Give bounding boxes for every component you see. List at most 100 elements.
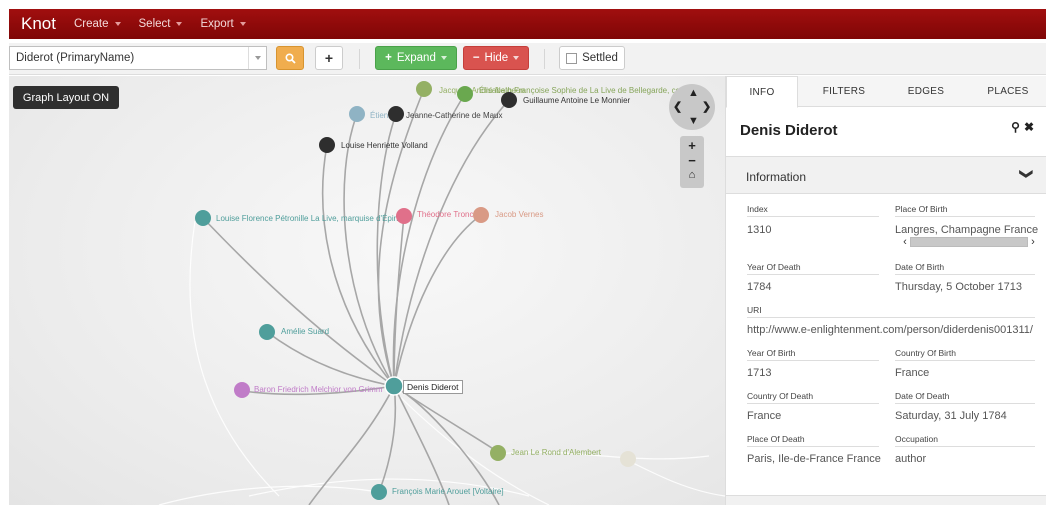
panel-tabs: INFO FILTERS EDGES PLACES: [726, 76, 1046, 108]
app-brand[interactable]: Knot: [21, 14, 56, 34]
zoom-in-icon[interactable]: +: [680, 138, 704, 153]
pan-up-icon[interactable]: ▲: [688, 88, 699, 99]
graph-node[interactable]: [234, 382, 250, 398]
pan-left-icon[interactable]: ❮: [673, 102, 682, 113]
graph-edge: [343, 113, 395, 387]
field-value-year-of-death: 1784: [747, 281, 772, 293]
tab-filters[interactable]: FILTERS: [806, 76, 882, 107]
field-label-year-of-death: Year Of Death: [747, 262, 801, 272]
field-label-date-of-birth: Date Of Birth: [895, 262, 945, 272]
graph-node-label: Louise Florence Pétronille La Live, marq…: [216, 214, 407, 223]
map-marker-icon[interactable]: ⚲: [1011, 120, 1020, 134]
node-search-select[interactable]: Diderot (PrimaryName): [9, 46, 267, 70]
pan-right-icon[interactable]: ❯: [702, 102, 711, 113]
graph-node[interactable]: [195, 210, 211, 226]
menu-select-label: Select: [138, 18, 171, 30]
home-icon[interactable]: ⌂: [680, 169, 704, 181]
minus-icon: −: [472, 52, 480, 64]
toolbar-divider: [359, 49, 360, 69]
top-navbar: Knot Create Select Export: [9, 9, 1046, 39]
focus-node-label[interactable]: Denis Diderot: [403, 380, 463, 394]
toolbar-divider: [544, 49, 545, 69]
graph-canvas[interactable]: Jacques-André Naigeon Élisabeth François…: [9, 76, 725, 505]
field-value-country-of-death: France: [747, 410, 782, 422]
field-value-date-of-death: Saturday, 31 July 1784: [895, 410, 1007, 422]
field-label-place-of-birth: Place Of Birth: [895, 204, 948, 214]
menu-export[interactable]: Export: [200, 18, 246, 30]
chevron-down-icon[interactable]: ❯: [1019, 169, 1035, 180]
chevron-down-icon: [176, 22, 183, 26]
graph-edge: [202, 217, 395, 387]
field-label-place-of-death: Place Of Death: [747, 434, 805, 444]
graph-edge: [321, 144, 395, 387]
menu-select[interactable]: Select: [139, 18, 183, 30]
graph-node[interactable]: [388, 106, 404, 122]
graph-node[interactable]: [490, 445, 506, 461]
search-select-value: Diderot (PrimaryName): [16, 52, 135, 64]
graph-node-label: Amélie Suard: [281, 327, 329, 336]
graph-node[interactable]: [501, 92, 517, 108]
pan-control[interactable]: ▲ ❮ ❯ ▼: [669, 84, 715, 130]
graph-node[interactable]: [319, 137, 335, 153]
graph-node[interactable]: [371, 484, 387, 500]
information-section-header[interactable]: Information ❯: [726, 156, 1046, 194]
graph-node[interactable]: [416, 81, 432, 97]
network-graph[interactable]: Jacques-André Naigeon Élisabeth François…: [9, 76, 725, 505]
graph-node-label: Baron Friedrich Melchior von Grimm: [254, 385, 383, 394]
zoom-out-icon[interactable]: −: [680, 153, 704, 168]
field-label-country-of-birth: Country Of Birth: [895, 348, 956, 358]
graph-node[interactable]: [396, 208, 412, 224]
chevron-down-icon[interactable]: [248, 47, 266, 69]
plus-icon: +: [324, 50, 334, 66]
settled-label: Settled: [582, 52, 618, 64]
settled-checkbox[interactable]: [566, 52, 578, 64]
tab-places[interactable]: PLACES: [970, 76, 1046, 107]
field-divider: [747, 446, 879, 447]
plus-icon: +: [385, 52, 392, 64]
focus-node[interactable]: [384, 376, 404, 396]
graph-node-label: Jacob Vernes: [495, 210, 543, 219]
hide-button[interactable]: − Hide: [463, 46, 529, 70]
field-value-uri[interactable]: http://www.e-enlightenment.com/person/di…: [747, 324, 1033, 336]
field-divider: [895, 360, 1035, 361]
field-label-year-of-birth: Year Of Birth: [747, 348, 796, 358]
expand-button[interactable]: + Expand: [375, 46, 457, 70]
search-button[interactable]: [276, 46, 304, 70]
person-title: Denis Diderot: [740, 122, 838, 139]
graph-node[interactable]: [457, 86, 473, 102]
close-icon[interactable]: ✖: [1024, 120, 1034, 134]
scroll-left-icon[interactable]: ‹: [900, 236, 910, 248]
scroll-right-icon[interactable]: ›: [1028, 236, 1038, 248]
graph-node-label: Jeanne-Catherine de Maux: [406, 111, 503, 120]
field-divider: [747, 274, 879, 275]
field-value-occupation: author: [895, 453, 927, 465]
field-divider: [747, 216, 879, 217]
app-window: Knot Create Select Export Diderot (Prima…: [0, 0, 1046, 505]
add-node-button[interactable]: +: [315, 46, 343, 70]
graph-node[interactable]: [349, 106, 365, 122]
graph-node[interactable]: [620, 451, 636, 467]
graph-edge: [628, 460, 725, 497]
graph-node[interactable]: [473, 207, 489, 223]
field-label-index: Index: [747, 204, 768, 214]
graph-layout-toggle[interactable]: Graph Layout ON: [13, 86, 119, 109]
menu-create[interactable]: Create: [74, 18, 121, 30]
graph-node[interactable]: [259, 324, 275, 340]
field-divider: [747, 403, 879, 404]
graph-node-label: Jean Le Rond d'Alembert: [511, 448, 602, 457]
settled-toggle[interactable]: Settled: [559, 46, 625, 70]
field-divider: [895, 403, 1035, 404]
pan-down-icon[interactable]: ▼: [688, 116, 699, 127]
chevron-down-icon: [239, 22, 246, 26]
title-actions: ⚲ ✖: [1011, 120, 1034, 134]
search-icon: [284, 52, 296, 64]
graph-node-label: Louise Henriette Volland: [341, 141, 428, 150]
chevron-down-icon: [114, 22, 121, 26]
panel-footer: [726, 495, 1046, 505]
field-divider: [895, 216, 1035, 217]
scrollbar-thumb[interactable]: [910, 237, 1028, 247]
tab-info[interactable]: INFO: [726, 76, 798, 108]
field-value-index: 1310: [747, 224, 772, 236]
horizontal-scrollbar[interactable]: ‹ ›: [900, 236, 1040, 248]
tab-edges[interactable]: EDGES: [888, 76, 964, 107]
